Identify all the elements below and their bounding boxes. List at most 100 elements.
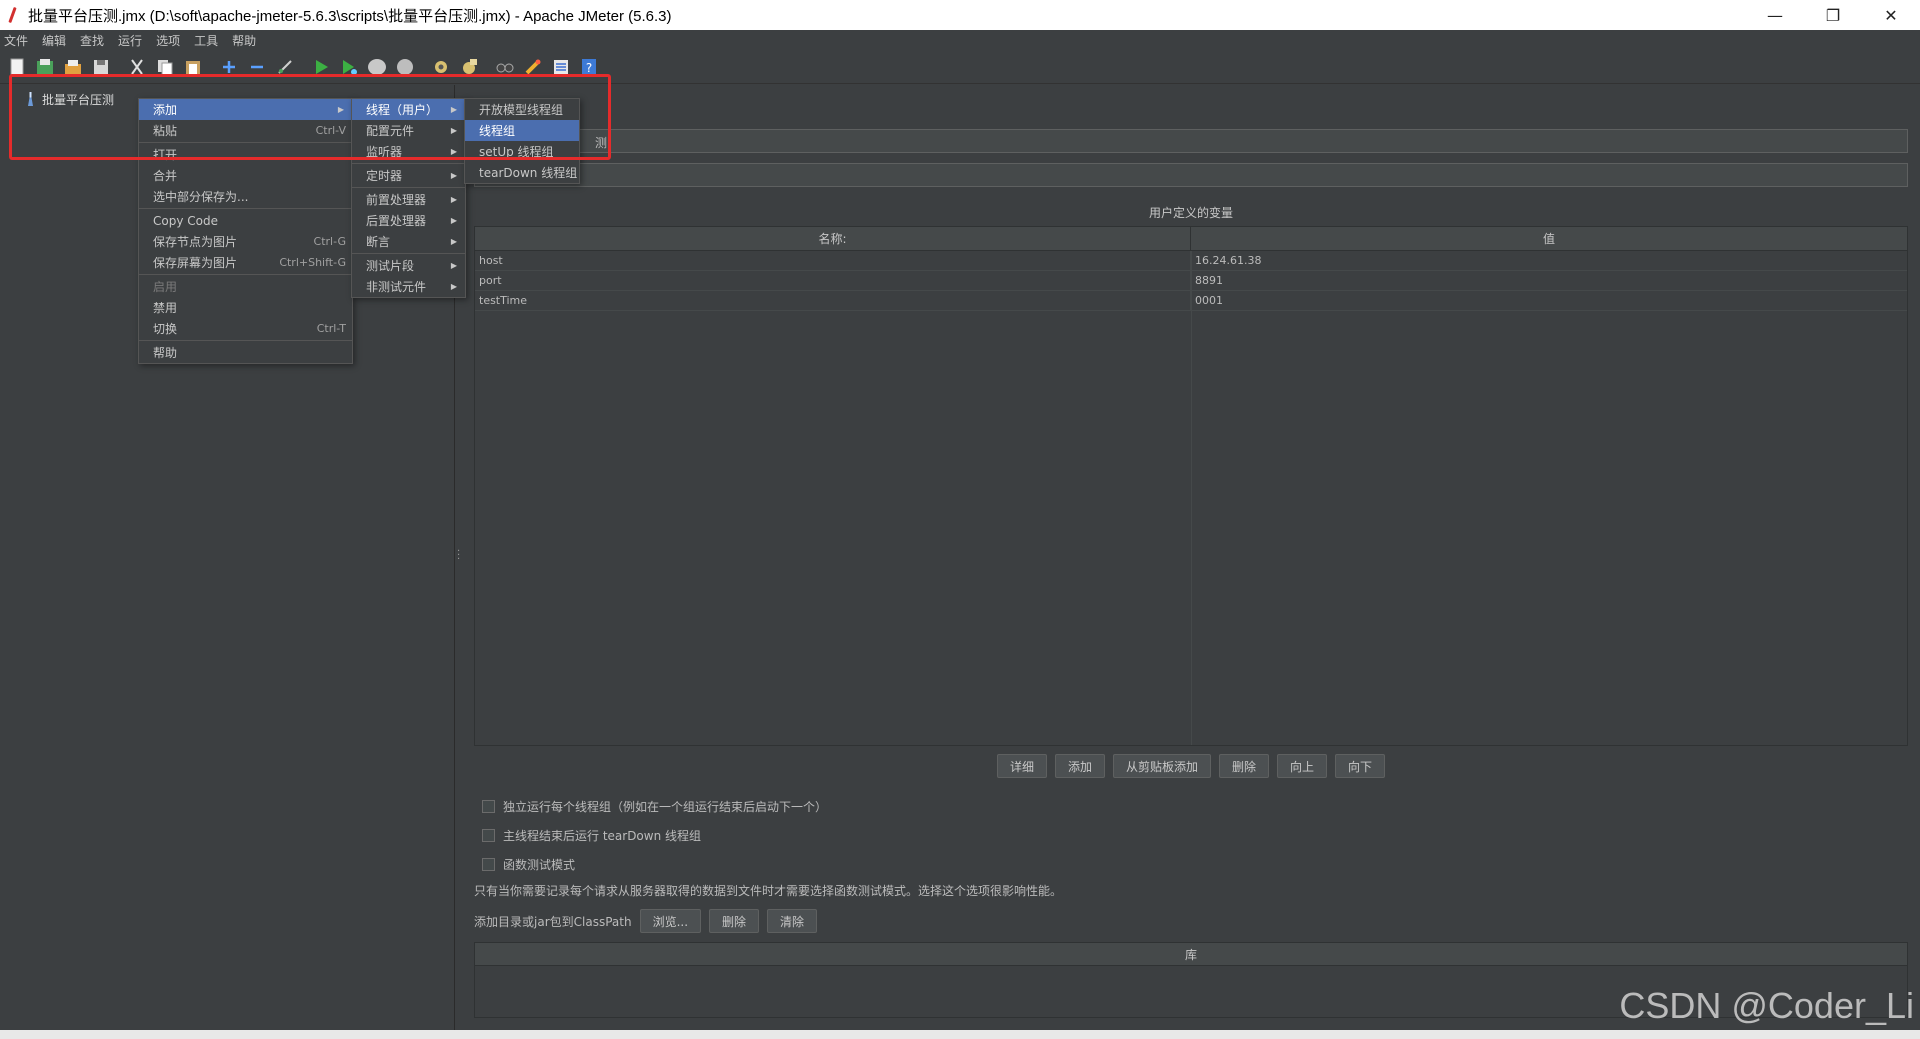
menu-tools[interactable]: 工具: [194, 32, 218, 49]
open-icon[interactable]: [62, 56, 84, 78]
menu-edit[interactable]: 编辑: [42, 32, 66, 49]
restore-button[interactable]: ❐: [1804, 0, 1862, 30]
menu-run[interactable]: 运行: [118, 32, 142, 49]
classpath-row: 添加目录或jar包到ClassPath 浏览... 删除 清除: [474, 909, 818, 933]
paste-icon[interactable]: [182, 56, 204, 78]
menu-item-label: 粘贴: [153, 124, 178, 138]
templates-icon[interactable]: [34, 56, 56, 78]
collapse-icon[interactable]: [246, 56, 268, 78]
menu-item-label: 监听器: [366, 145, 403, 159]
minimize-button[interactable]: —: [1746, 0, 1804, 30]
search-icon[interactable]: [494, 56, 516, 78]
submenu-test-fragment[interactable]: 测试片段 ▶: [352, 255, 465, 276]
tree-node-test-plan[interactable]: 批量平台压测: [22, 89, 118, 109]
context-menu-merge[interactable]: 合并: [139, 165, 352, 186]
menu-item-label: 线程（用户）: [366, 103, 439, 117]
cell-value[interactable]: 16.24.61.38: [1191, 251, 1261, 270]
submenu-assertion[interactable]: 断言 ▶: [352, 231, 465, 252]
reset-search-icon[interactable]: [522, 56, 544, 78]
checkbox-box[interactable]: [482, 858, 495, 871]
toggle-icon[interactable]: [274, 56, 296, 78]
context-menu-save-selection-as[interactable]: 选中部分保存为...: [139, 186, 352, 207]
setup-thread-group-item[interactable]: setUp 线程组: [465, 141, 579, 162]
teardown-on-shutdown-checkbox[interactable]: 主线程结束后运行 tearDown 线程组: [482, 827, 701, 844]
context-menu-paste[interactable]: 粘贴 Ctrl-V: [139, 120, 352, 141]
cell-value[interactable]: 8891: [1191, 271, 1223, 290]
user-defined-variables-title: 用户定义的变量: [1148, 206, 1233, 220]
submenu-listener[interactable]: 监听器 ▶: [352, 141, 465, 162]
splitter-handle[interactable]: · · ·: [457, 547, 460, 565]
cell-name[interactable]: port: [475, 271, 1191, 290]
name-field[interactable]: 测: [474, 129, 1908, 153]
stop-icon[interactable]: [366, 56, 388, 78]
context-menu-add[interactable]: 添加 ▶: [139, 99, 352, 120]
submenu-timer[interactable]: 定时器 ▶: [352, 165, 465, 186]
save-icon[interactable]: [90, 56, 112, 78]
menu-bar: 文件 编辑 查找 运行 选项 工具 帮助: [0, 30, 1920, 50]
move-up-button[interactable]: 向上: [1277, 754, 1328, 778]
new-icon[interactable]: [6, 56, 28, 78]
menu-search[interactable]: 查找: [80, 32, 104, 49]
functional-test-mode-checkbox[interactable]: 函数测试模式: [482, 856, 575, 873]
cell-name[interactable]: testTime: [475, 291, 1191, 310]
clear-all-icon[interactable]: [458, 56, 480, 78]
classpath-delete-button[interactable]: 删除: [709, 909, 760, 933]
serialize-thread-groups-checkbox[interactable]: 独立运行每个线程组（例如在一个组运行结束后启动下一个）: [482, 798, 827, 815]
menu-file[interactable]: 文件: [4, 32, 28, 49]
add-from-clipboard-button[interactable]: 从剪贴板添加: [1112, 754, 1211, 778]
context-menu-help[interactable]: 帮助: [139, 342, 352, 363]
classpath-clear-button[interactable]: 清除: [767, 909, 818, 933]
watermark-text: CSDN @Coder_Li: [1619, 985, 1914, 1026]
menu-item-label: 启用: [153, 280, 178, 294]
start-no-pause-icon[interactable]: [338, 56, 360, 78]
detail-button[interactable]: 详细: [996, 754, 1047, 778]
browse-button[interactable]: 浏览...: [639, 909, 702, 933]
menu-item-shortcut: Ctrl+Shift-G: [279, 256, 346, 269]
context-menu-copy-code[interactable]: Copy Code: [139, 210, 352, 231]
checkbox-label: 主线程结束后运行 tearDown 线程组: [503, 829, 702, 843]
checkbox-box[interactable]: [482, 829, 495, 842]
cut-icon[interactable]: [126, 56, 148, 78]
comments-field[interactable]: [474, 163, 1908, 187]
open-model-thread-group-item[interactable]: 开放模型线程组: [465, 99, 579, 120]
cell-value[interactable]: 0001: [1191, 291, 1223, 310]
copy-icon[interactable]: [154, 56, 176, 78]
table-header: 名称: 值: [475, 227, 1907, 251]
column-header-name: 名称:: [475, 227, 1191, 250]
context-menu-save-screen-as-image[interactable]: 保存屏幕为图片 Ctrl+Shift-G: [139, 252, 352, 273]
submenu-pre-processor[interactable]: 前置处理器 ▶: [352, 189, 465, 210]
checkbox-box[interactable]: [482, 800, 495, 813]
cell-name[interactable]: host: [475, 251, 1191, 270]
function-helper-icon[interactable]: [550, 56, 572, 78]
delete-button[interactable]: 删除: [1219, 754, 1270, 778]
context-menu-open[interactable]: 打开...: [139, 144, 352, 165]
shutdown-icon[interactable]: [394, 56, 416, 78]
menu-item-label: 保存节点为图片: [153, 235, 238, 249]
menu-item-label: 帮助: [153, 346, 178, 360]
window-title: 批量平台压测.jmx (D:\soft\apache-jmeter-5.6.3\…: [28, 7, 672, 25]
context-menu-toggle[interactable]: 切换 Ctrl-T: [139, 318, 352, 339]
svg-text:?: ?: [586, 61, 592, 75]
thread-group-item[interactable]: 线程组: [465, 120, 579, 141]
submenu-post-processor[interactable]: 后置处理器 ▶: [352, 210, 465, 231]
add-button[interactable]: 添加: [1054, 754, 1105, 778]
menu-item-label: 定时器: [366, 169, 403, 183]
menu-item-label: Copy Code: [153, 213, 218, 228]
context-menu-disable[interactable]: 禁用: [139, 297, 352, 318]
submenu-non-test-elements[interactable]: 非测试元件 ▶: [352, 276, 465, 297]
expand-icon[interactable]: [218, 56, 240, 78]
close-button[interactable]: ✕: [1862, 0, 1920, 30]
menu-options[interactable]: 选项: [156, 32, 180, 49]
context-menu-save-node-as-image[interactable]: 保存节点为图片 Ctrl-G: [139, 231, 352, 252]
submenu-config-element[interactable]: 配置元件 ▶: [352, 120, 465, 141]
teardown-thread-group-item[interactable]: tearDown 线程组: [465, 162, 579, 183]
submenu-threads[interactable]: 线程（用户） ▶: [352, 99, 465, 120]
move-down-button[interactable]: 向下: [1335, 754, 1386, 778]
start-icon[interactable]: [310, 56, 332, 78]
clear-icon[interactable]: [430, 56, 452, 78]
submenu-arrow-icon: ▶: [450, 171, 457, 180]
menu-help[interactable]: 帮助: [232, 32, 256, 49]
menu-item-label: 配置元件: [366, 124, 415, 138]
help-icon[interactable]: ?: [578, 56, 600, 78]
menu-item-label: 非测试元件: [366, 280, 427, 294]
